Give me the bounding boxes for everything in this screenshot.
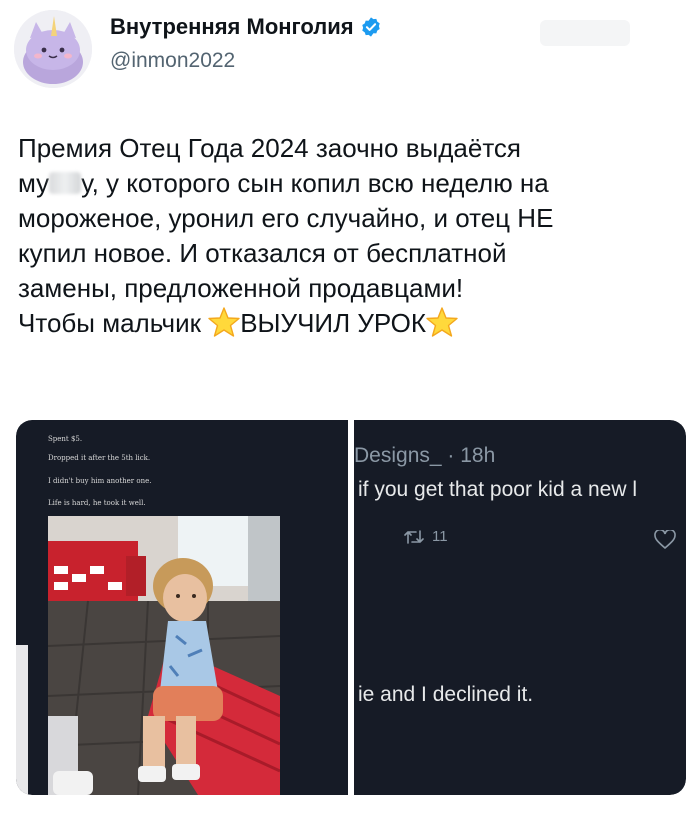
tweet-line-1: Премия Отец Года 2024 заочно выдаётся	[18, 133, 522, 163]
caption-line: I didn't buy him another one.	[48, 477, 152, 485]
media-left-image[interactable]: Spent $5. Dropped it after the 5th lick.…	[16, 420, 348, 795]
media-right-image[interactable]: Designs_ · 18h if you get that poor kid …	[354, 420, 686, 795]
retweet-icon	[404, 529, 424, 544]
user-handle[interactable]: @inmon2022	[110, 49, 235, 73]
tweet-card[interactable]: Внутренняя Монголия @inmon2022 Премия От…	[0, 0, 700, 825]
avatar-image	[14, 10, 92, 88]
tweet-line-3: мороженое, уронил его случайно, и отец Н…	[18, 203, 554, 233]
tweet-line-5: замены, предложенной продавцами!	[18, 273, 464, 303]
tweet-line-2-start: му	[18, 168, 50, 198]
display-name-row[interactable]: Внутренняя Монголия	[110, 14, 382, 40]
tweet-line-4: купил новое. И отказался от бесплатной	[18, 238, 507, 268]
reply-text-2: ie and I declined it.	[358, 683, 534, 706]
follow-button-placeholder[interactable]	[540, 20, 630, 46]
caption-line: Spent $5.	[48, 435, 83, 443]
tweet-line-2: му у, у которого сын копил всю неделю на	[18, 166, 678, 201]
photo-edge	[16, 645, 28, 795]
star-emoji-icon	[426, 307, 458, 337]
tweet-line-2-end: у, у которого сын копил всю неделю на	[81, 168, 549, 198]
caption-line: Dropped it after the 5th lick.	[48, 454, 151, 462]
tweet-emphasis: ВЫУЧИЛ УРОК	[240, 308, 427, 338]
tweet-line-6-start: Чтобы мальчик	[18, 308, 209, 338]
retweet-stat: 11	[404, 528, 448, 545]
verified-badge-icon	[361, 17, 380, 37]
tweet-text: Премия Отец Года 2024 заочно выдаётся му…	[18, 131, 678, 341]
reply-text: if you get that poor kid a new l	[358, 478, 637, 501]
display-name[interactable]: Внутренняя Монголия	[110, 14, 354, 40]
like-stat	[654, 528, 676, 555]
censored-word	[49, 172, 82, 194]
tweet-line-6: Чтобы мальчик ВЫУЧИЛ УРОК	[18, 306, 678, 341]
child-photo	[48, 516, 280, 795]
star-emoji-icon	[208, 307, 240, 337]
caption-line: Life is hard, he took it well.	[48, 499, 146, 507]
heart-icon	[654, 528, 676, 550]
media-grid[interactable]: Spent $5. Dropped it after the 5th lick.…	[16, 420, 686, 795]
retweet-count: 11	[432, 528, 448, 545]
avatar[interactable]	[14, 10, 92, 88]
reply-username: Designs_ · 18h	[354, 444, 496, 467]
